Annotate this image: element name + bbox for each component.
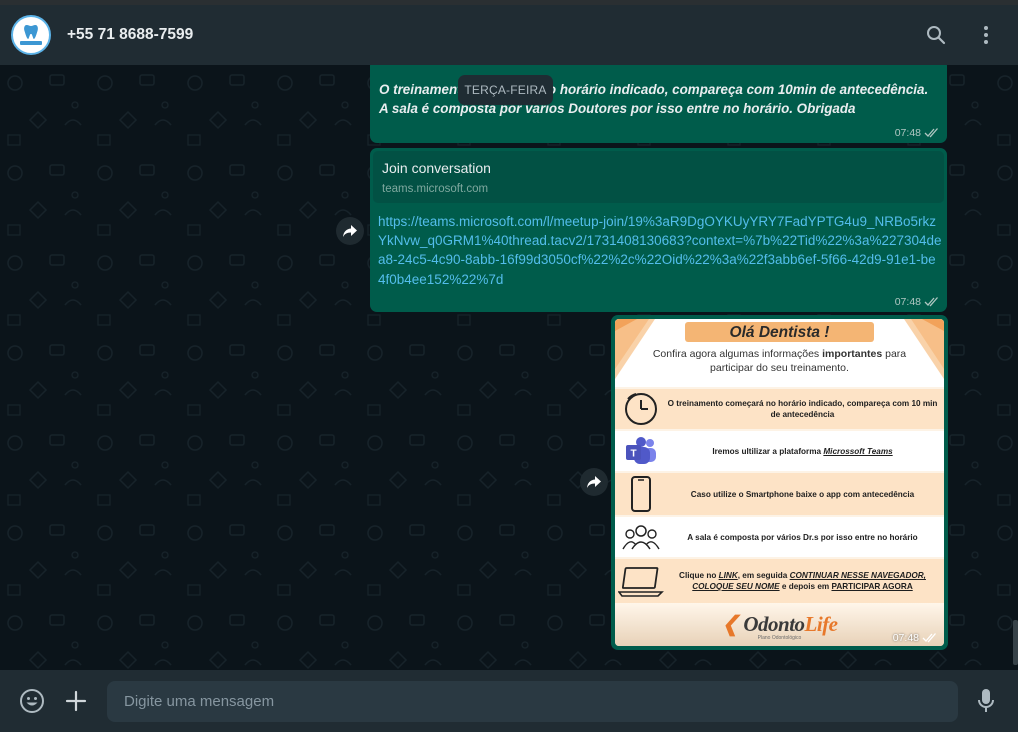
message-time: 07:48: [892, 632, 919, 644]
message-input[interactable]: [107, 681, 958, 722]
message-time: 07:48: [894, 296, 921, 308]
avatar[interactable]: [11, 15, 51, 55]
flyer-header: Olá Dentista ! Confira agora algumas inf…: [615, 319, 944, 387]
flyer-row-platform: T Iremos ultilizar a plataforma Microsso…: [615, 431, 944, 471]
flyer-row-text: Iremos ultilizar a plataforma Microssoft…: [712, 446, 893, 456]
read-ticks-icon: [924, 128, 938, 138]
microphone-icon: [978, 689, 994, 712]
link-preview[interactable]: Join conversation teams.microsoft.com: [373, 151, 944, 203]
forward-icon: [343, 225, 357, 237]
search-icon: [927, 26, 946, 45]
emoji-button[interactable]: [17, 686, 47, 716]
contact-name[interactable]: +55 71 8688-7599: [67, 26, 193, 44]
link-preview-title: Join conversation: [382, 160, 491, 176]
chat-header[interactable]: +55 71 8688-7599: [0, 5, 1018, 65]
image-message[interactable]: Olá Dentista ! Confira agora algumas inf…: [611, 315, 948, 650]
chat-area[interactable]: O treinamento começará no horário indica…: [0, 65, 1018, 670]
laptop-icon: [618, 567, 664, 597]
message-meta: 07:48: [893, 632, 938, 644]
read-ticks-icon: [924, 297, 938, 307]
emoji-icon: [20, 689, 44, 713]
flyer-row-smartphone: Caso utilize o Smartphone baixe o app co…: [615, 473, 944, 515]
clock-icon: [625, 393, 657, 425]
menu-button[interactable]: [971, 20, 1001, 50]
teams-icon: T: [626, 437, 656, 464]
group-people-icon: [622, 525, 660, 550]
voice-message-button[interactable]: [971, 686, 1001, 716]
flyer-row-text: O treinamento começará no horário indica…: [667, 399, 938, 419]
read-ticks-icon: [922, 633, 936, 643]
forward-button[interactable]: [580, 468, 608, 496]
flyer-row-text: Clique no LINK, em seguida CONTINUAR NES…: [679, 571, 926, 591]
flyer-row-room: A sala é composta por vários Dr.s por is…: [615, 517, 944, 557]
message-meta: 07:48: [895, 296, 940, 308]
meeting-link[interactable]: https://teams.microsoft.com/l/meetup-joi…: [378, 212, 943, 289]
message-bubble[interactable]: O treinamento começará no horário indica…: [370, 65, 947, 143]
menu-dots-icon: [984, 26, 988, 44]
search-button[interactable]: [921, 20, 951, 50]
flyer-row-instructions: Clique no LINK, em seguida CONTINUAR NES…: [615, 559, 944, 603]
forward-button[interactable]: [336, 217, 364, 245]
smartphone-icon: [631, 476, 651, 512]
forward-icon: [587, 476, 601, 488]
flyer-row-text: Caso utilize o Smartphone baixe o app co…: [690, 489, 915, 499]
message-time: 07:48: [894, 127, 921, 139]
chat-scrollbar[interactable]: [1013, 620, 1018, 665]
attach-button[interactable]: [61, 686, 91, 716]
message-meta: 07:48: [895, 127, 940, 139]
plus-icon: [65, 690, 87, 712]
message-bubble-link[interactable]: Join conversation teams.microsoft.com ht…: [370, 148, 947, 312]
training-flyer-image[interactable]: Olá Dentista ! Confira agora algumas inf…: [615, 319, 944, 646]
flyer-subtitle: Confira agora algumas informações import…: [652, 348, 907, 374]
flyer-row-text: A sala é composta por vários Dr.s por is…: [687, 532, 918, 542]
flyer-title: Olá Dentista !: [729, 324, 830, 341]
svg-text:T: T: [630, 449, 636, 460]
link-preview-domain: teams.microsoft.com: [382, 183, 489, 195]
tooth-logo-icon: [14, 18, 48, 52]
date-separator: TERÇA-FEIRA: [458, 75, 553, 105]
composer-bar: [0, 670, 1018, 732]
flyer-row-time: O treinamento começará no horário indica…: [615, 389, 944, 429]
